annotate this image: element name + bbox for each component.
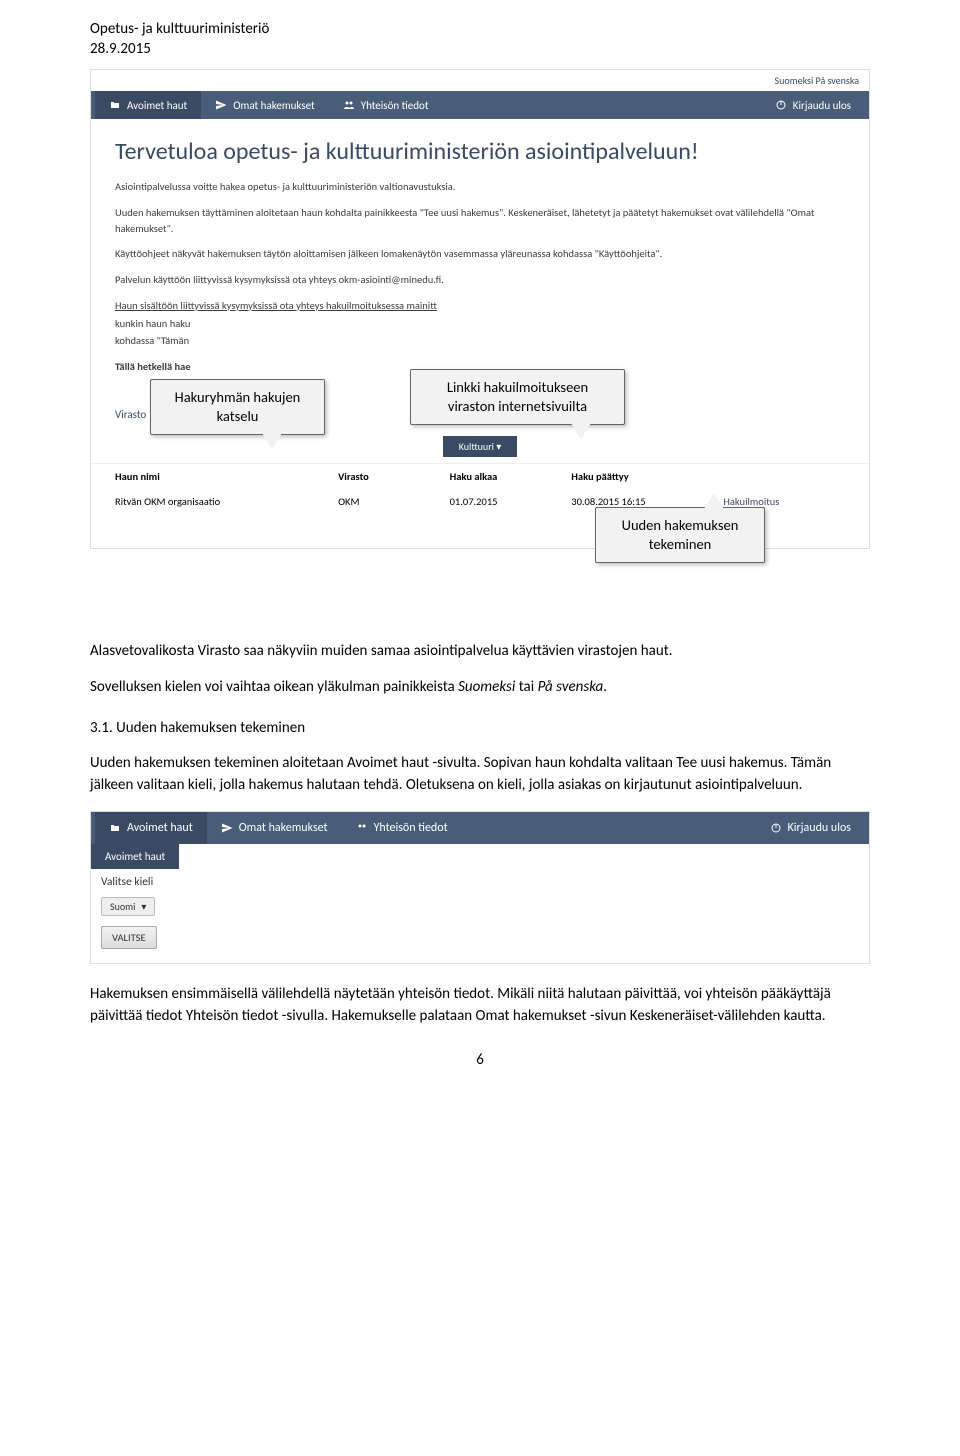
cell-haku-alkaa: 01.07.2015: [450, 495, 572, 534]
intro-p5: Haun sisältöön liittyvissä kysymyksissä …: [115, 298, 845, 314]
intro-p2: Uuden hakemuksen täyttäminen aloitetaan …: [115, 205, 845, 237]
welcome-title: Tervetuloa opetus- ja kulttuuriministeri…: [115, 137, 845, 167]
valitse-kieli-label: Valitse kieli: [91, 869, 869, 895]
caret-down-icon: ▾: [141, 900, 146, 913]
th-virasto: Virasto: [338, 470, 450, 483]
th-haku-paattyy: Haku päättyy: [571, 470, 723, 483]
para-ensimmainen-valilehti: Hakemuksen ensimmäisellä välilehdellä nä…: [90, 984, 870, 1028]
folder-open-icon: [109, 822, 121, 834]
nav-logout[interactable]: Kirjaudu ulos: [761, 91, 865, 119]
nav2-omat-hakemukset[interactable]: Omat hakemukset: [207, 812, 342, 844]
intro-p1: Asiointipalvelussa voitte hakea opetus- …: [115, 179, 845, 195]
header-line-1: Opetus- ja kulttuuriministeriö: [90, 20, 870, 40]
kieli-dropdown[interactable]: Suomi ▾: [101, 897, 155, 916]
cell-virasto: OKM: [338, 495, 450, 534]
screenshot-2: Avoimet haut Omat hakemukset Yhteisön ti…: [90, 811, 870, 964]
nav-item-label: Yhteisön tiedot: [374, 821, 448, 835]
callout-uusi-hakemus: Uuden hakemuksen tekeminen: [595, 507, 765, 563]
virasto-label: Virasto: [115, 408, 146, 421]
cell-haun-nimi: Ritvän OKM organisaatio: [115, 495, 338, 534]
th-actions: [723, 470, 845, 483]
screenshot-1: Suomeksi På svenska Avoimet haut Omat ha…: [90, 69, 870, 549]
heading-3-1: 3.1. Uuden hakemuksen tekeminen: [90, 718, 870, 739]
nav-item-label: Omat hakemukset: [233, 99, 314, 112]
para-uuden-hakemuksen: Uuden hakemuksen tekeminen aloitetaan Av…: [90, 753, 870, 797]
nav2-avoimet-haut[interactable]: Avoimet haut: [95, 812, 207, 844]
doc-header: Opetus- ja kulttuuriministeriö 28.9.2015: [90, 20, 870, 59]
valitse-button[interactable]: VALITSE: [101, 926, 157, 949]
nav-item-label: Yhteisön tiedot: [361, 99, 429, 112]
users-icon: [343, 99, 355, 111]
nav-item-label: Omat hakemukset: [239, 821, 328, 835]
page-number: 6: [90, 1051, 870, 1069]
intro-p4: Palvelun käyttöön liittyvissä kysymyksis…: [115, 272, 845, 288]
para-kielen-vaihto: Sovelluksen kielen voi vaihtaa oikean yl…: [90, 677, 870, 699]
intro-p5c: kohdassa "Tämän: [115, 333, 845, 349]
nav-item-label: Kirjaudu ulos: [788, 821, 852, 835]
intro-p5b: kunkin haun haku: [115, 316, 845, 332]
intro-p3: Käyttöohjeet näkyvät hakemuksen täytön a…: [115, 246, 845, 262]
table-header: Haun nimi Virasto Haku alkaa Haku päätty…: [91, 463, 869, 489]
language-links[interactable]: Suomeksi På svenska: [91, 70, 869, 91]
power-icon: [775, 99, 787, 111]
tab-avoimet-haut[interactable]: Avoimet haut: [91, 844, 179, 869]
paper-plane-icon: [215, 99, 227, 111]
hakuilmoitus-link[interactable]: Hakuilmoitus: [723, 495, 845, 508]
para-alasvetovalikko: Alasvetovalikosta Virasto saa näkyviin m…: [90, 641, 870, 663]
nav2-logout[interactable]: Kirjaudu ulos: [756, 812, 866, 844]
users-icon: [356, 822, 368, 834]
navbar-1: Avoimet haut Omat hakemukset Yhteisön ti…: [91, 91, 869, 119]
paper-plane-icon: [221, 822, 233, 834]
th-haun-nimi: Haun nimi: [115, 470, 338, 483]
nav-item-label: Avoimet haut: [127, 821, 193, 835]
kulttuuri-group-toggle[interactable]: Kulttuuri ▾: [443, 436, 518, 457]
nav-omat-hakemukset[interactable]: Omat hakemukset: [201, 91, 328, 119]
kieli-value: Suomi: [110, 900, 135, 913]
th-haku-alkaa: Haku alkaa: [450, 470, 572, 483]
folder-open-icon: [109, 99, 121, 111]
header-line-2: 28.9.2015: [90, 40, 870, 60]
power-icon: [770, 822, 782, 834]
nav2-yhteison-tiedot[interactable]: Yhteisön tiedot: [342, 812, 462, 844]
callout-hakuryhma: Hakuryhmän hakujen katselu: [150, 379, 325, 435]
nav-item-label: Kirjaudu ulos: [793, 99, 851, 112]
nav-item-label: Avoimet haut: [127, 99, 187, 112]
navbar-2: Avoimet haut Omat hakemukset Yhteisön ti…: [91, 812, 869, 844]
nav-avoimet-haut[interactable]: Avoimet haut: [95, 91, 201, 119]
nav-yhteison-tiedot[interactable]: Yhteisön tiedot: [329, 91, 443, 119]
callout-linkki: Linkki hakuilmoitukseen viraston interne…: [410, 369, 625, 425]
